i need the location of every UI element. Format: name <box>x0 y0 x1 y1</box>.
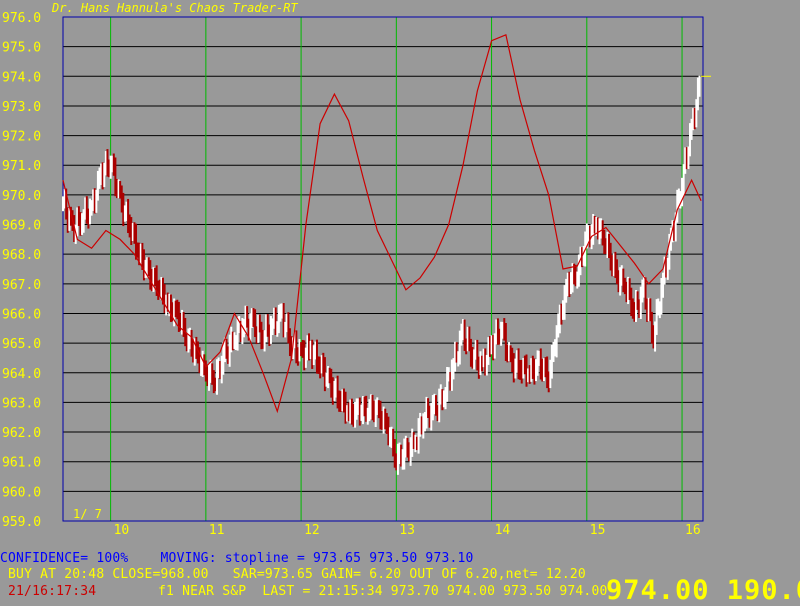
x-tick-label: 16 <box>685 523 701 538</box>
trade-status-line: BUY AT 20:48 CLOSE=968.00 SAR=973.65 GAI… <box>0 567 586 582</box>
quote-line: f1 NEAR S&P LAST = 21:15:34 973.70 974.0… <box>158 584 608 599</box>
y-tick-label: 961.0 <box>2 456 41 471</box>
y-tick-label: 969.0 <box>2 219 41 234</box>
y-tick-label: 964.0 <box>2 367 41 382</box>
y-tick-label: 960.0 <box>2 485 41 500</box>
y-tick-label: 959.0 <box>2 515 41 530</box>
x-tick-label: 13 <box>399 523 415 538</box>
indicator-line <box>62 33 702 414</box>
x-tick-label: 15 <box>590 523 606 538</box>
x-tick-label: 10 <box>114 523 130 538</box>
big-quote-readout: 974.00 190.0 <box>606 575 800 606</box>
y-tick-label: 967.0 <box>2 278 41 293</box>
x-tick-label: 14 <box>495 523 511 538</box>
y-tick-label: 974.0 <box>2 70 41 85</box>
clock-readout: 21/16:17:34 <box>8 584 97 599</box>
y-tick-label: 972.0 <box>2 130 41 145</box>
price-chart[interactable]: 976.0 975.0 974.0 973.0 972.0 971.0 970.0 969.0… <box>0 0 800 600</box>
page-indicator: 1/ 7 <box>73 507 102 521</box>
y-tick-label: 971.0 <box>2 159 41 174</box>
y-tick-label: 963.0 <box>2 396 41 411</box>
y-tick-label: 962.0 <box>2 426 41 441</box>
confidence-status-line: CONFIDENCE= 100% MOVING: stopline = 973.… <box>0 551 474 566</box>
y-tick-label: 966.0 <box>2 307 41 322</box>
y-tick-label: 973.0 <box>2 100 41 115</box>
plot-border <box>62 16 704 522</box>
y-tick-label: 970.0 <box>2 189 41 204</box>
y-tick-label: 975.0 <box>2 41 41 56</box>
y-tick-label: 968.0 <box>2 248 41 263</box>
y-tick-label: 965.0 <box>2 337 41 352</box>
y-tick-label: 976.0 <box>2 11 41 26</box>
x-tick-label: 11 <box>209 523 225 538</box>
x-tick-label: 12 <box>304 523 320 538</box>
app-title: Dr. Hans Hannula's Chaos Trader-RT <box>52 1 298 15</box>
